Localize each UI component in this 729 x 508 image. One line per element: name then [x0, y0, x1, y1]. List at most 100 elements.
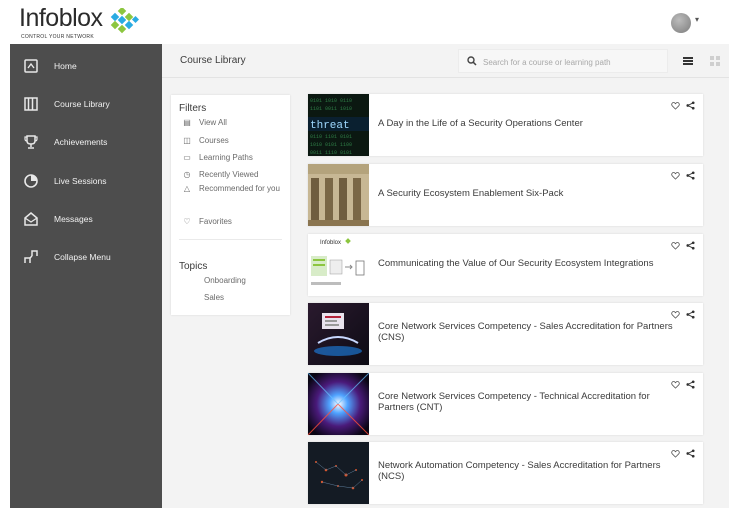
share-icon[interactable] [686, 171, 695, 180]
heart-icon[interactable] [671, 310, 680, 319]
svg-text:0101 1010 0110: 0101 1010 0110 [310, 98, 352, 104]
search-box[interactable] [458, 49, 668, 73]
filter-favorites[interactable]: ♡ Favorites [181, 217, 232, 226]
sidebar-item-messages[interactable]: Messages [10, 200, 162, 238]
course-card[interactable]: 0101 1010 0110 1101 0011 1010 0110 1101 … [308, 94, 703, 156]
card-actions [671, 449, 695, 458]
trophy-icon [24, 135, 38, 149]
card-actions [671, 101, 695, 110]
sidebar-item-course-library[interactable]: Course Library [10, 85, 162, 123]
heart-icon[interactable] [671, 380, 680, 389]
course-thumbnail [308, 164, 369, 226]
svg-text:1101 0011 1010: 1101 0011 1010 [310, 106, 352, 112]
course-card[interactable]: Network Automation Competency - Sales Ac… [308, 442, 703, 504]
course-title[interactable]: A Day in the Life of a Security Operatio… [378, 118, 683, 129]
course-title[interactable]: Core Network Services Competency - Techn… [378, 391, 683, 413]
clock-icon: ◷ [183, 170, 191, 179]
course-thumbnail [308, 303, 369, 365]
page-title: Course Library [180, 55, 246, 66]
app-page: Infoblox CONTROL YOUR NETWORK ▾ Home Cou… [0, 0, 729, 508]
sidebar-item-label: Live Sessions [54, 176, 107, 186]
course-title[interactable]: Communicating the Value of Our Security … [378, 258, 683, 269]
filters-title: Filters [179, 103, 207, 114]
card-actions [671, 241, 695, 250]
sidebar-item-collapse-menu[interactable]: Collapse Menu [10, 238, 162, 276]
thumbnail-image [308, 442, 369, 504]
course-title[interactable]: A Security Ecosystem Enablement Six-Pack [378, 188, 683, 199]
course-thumbnail: Infoblox [308, 234, 369, 296]
search-icon [467, 56, 477, 66]
sidebar-item-live-sessions[interactable]: Live Sessions [10, 162, 162, 200]
thumbnail-image: 0101 1010 0110 1101 0011 1010 0110 1101 … [308, 94, 369, 156]
live-sessions-icon [24, 174, 38, 188]
share-icon[interactable] [686, 380, 695, 389]
course-title[interactable]: Network Automation Competency - Sales Ac… [378, 460, 683, 482]
user-avatar[interactable] [671, 13, 691, 33]
course-title[interactable]: Core Network Services Competency - Sales… [378, 321, 683, 343]
course-card[interactable]: Infoblox Communicating the Value of Our … [308, 234, 703, 296]
topics-title: Topics [179, 261, 208, 272]
sidebar-item-achievements[interactable]: Achievements [10, 123, 162, 161]
sidebar-item-label: Course Library [54, 99, 110, 109]
course-thumbnail [308, 442, 369, 504]
svg-text:0110 1101 0101: 0110 1101 0101 [310, 134, 352, 140]
svg-text:0011 1110 0101: 0011 1110 0101 [310, 150, 352, 156]
heart-icon[interactable] [671, 449, 680, 458]
thumbnail-word: threat [310, 120, 350, 132]
book-icon: ◫ [183, 136, 191, 145]
list-icon: ▤ [183, 118, 191, 127]
filter-label: Courses [199, 136, 229, 145]
filter-view-all[interactable]: ▤ View All [181, 118, 227, 127]
filter-courses[interactable]: ◫ Courses [181, 136, 229, 145]
infoblox-logo[interactable]: Infoblox CONTROL YOUR NETWORK [19, 4, 149, 42]
thumbnail-image [308, 373, 369, 435]
filter-recommended[interactable]: △ Recommended for you [181, 183, 286, 194]
heart-icon[interactable] [671, 241, 680, 250]
sidebar-item-label: Collapse Menu [54, 252, 111, 262]
svg-text:1010 0101 1100: 1010 0101 1100 [310, 142, 352, 148]
topic-onboarding[interactable]: Onboarding [204, 276, 246, 285]
header: Infoblox CONTROL YOUR NETWORK ▾ [0, 0, 729, 44]
filter-label: View All [199, 118, 227, 127]
sidebar: Home Course Library Achievements Live Se… [10, 44, 162, 508]
filters-panel: Filters ▤ View All ◫ Courses ▭ Learning Pat… [171, 95, 290, 315]
filter-learning-paths[interactable]: ▭ Learning Paths [181, 153, 253, 162]
thumbnail-logo-text: Infoblox [320, 240, 341, 246]
messages-icon [24, 212, 38, 226]
sidebar-item-label: Messages [54, 214, 93, 224]
divider [179, 239, 282, 240]
sidebar-item-label: Home [54, 61, 77, 71]
path-icon: ▭ [183, 153, 191, 162]
filter-label: Learning Paths [199, 153, 253, 162]
share-icon[interactable] [686, 241, 695, 250]
course-card[interactable]: Core Network Services Competency - Techn… [308, 373, 703, 435]
course-thumbnail [308, 373, 369, 435]
filter-recently-viewed[interactable]: ◷ Recently Viewed [181, 170, 259, 179]
collapse-icon [24, 250, 38, 263]
heart-icon[interactable] [671, 101, 680, 110]
logo-wordmark: Infoblox [19, 4, 103, 32]
chevron-down-icon[interactable]: ▾ [695, 15, 699, 24]
sidebar-item-home[interactable]: Home [10, 47, 162, 85]
logo-tagline: CONTROL YOUR NETWORK [21, 34, 94, 40]
book-icon [24, 97, 38, 111]
course-card[interactable]: Core Network Services Competency - Sales… [308, 303, 703, 365]
filter-label: Recently Viewed [199, 170, 259, 179]
grid-view-icon[interactable] [710, 56, 720, 66]
filter-label: Recommended for you [199, 184, 280, 193]
share-icon[interactable] [686, 101, 695, 110]
heart-icon[interactable] [671, 171, 680, 180]
share-icon[interactable] [686, 310, 695, 319]
heart-icon: ♡ [183, 217, 191, 226]
course-card[interactable]: A Security Ecosystem Enablement Six-Pack [308, 164, 703, 226]
topic-sales[interactable]: Sales [204, 293, 224, 302]
sidebar-item-label: Achievements [54, 137, 108, 147]
share-icon[interactable] [686, 449, 695, 458]
thumbs-up-icon: △ [183, 184, 191, 193]
course-thumbnail: 0101 1010 0110 1101 0011 1010 0110 1101 … [308, 94, 369, 156]
card-actions [671, 380, 695, 389]
search-input[interactable] [483, 54, 663, 70]
logo-mark-icon [110, 8, 139, 34]
toolbar: Course Library [162, 44, 729, 78]
list-view-icon[interactable] [683, 56, 693, 66]
